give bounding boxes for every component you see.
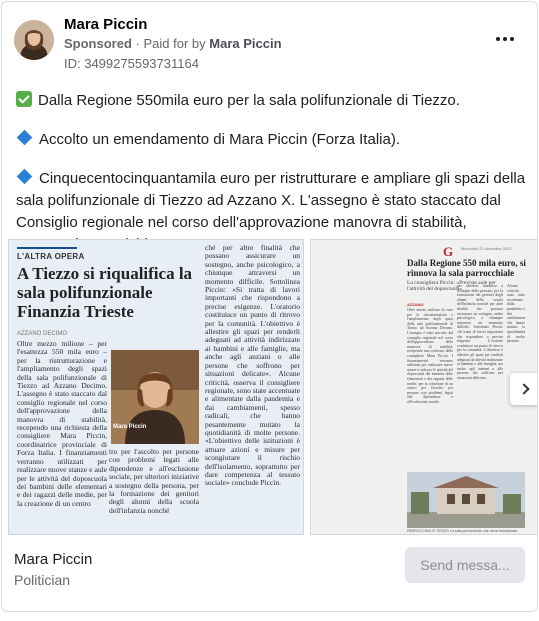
blue-diamond-icon bbox=[16, 168, 33, 185]
article-column-1: Oltre mezzo milione – per l'esattezza 55… bbox=[17, 340, 107, 508]
newspaper-date: Mercoledì 21 dicembre 2022 bbox=[461, 246, 512, 251]
ad-id: ID: 3499275593731164 bbox=[64, 56, 199, 71]
clipping-column-2: per ulteriori iniziative a sostegno dell… bbox=[457, 284, 503, 380]
clipping-column-1: Oltre mezzo milione di euro per la ristr… bbox=[407, 308, 453, 404]
clipping-headline: Dalla Regione 550 mila euro, si rinnova … bbox=[407, 258, 526, 278]
clipping-photo bbox=[407, 472, 525, 528]
carousel-next-button[interactable] bbox=[510, 373, 537, 405]
body-paragraph: Accolto un emendamento di Mara Piccin (F… bbox=[16, 129, 528, 151]
blue-diamond-icon bbox=[16, 129, 33, 146]
avatar-image bbox=[14, 20, 54, 60]
send-message-button[interactable]: Send messa... bbox=[405, 547, 525, 583]
clipping-location-tag: AZZANO bbox=[407, 302, 424, 307]
article-kicker: L'ALTRA OPERA bbox=[17, 247, 85, 261]
clipping-caption: PARROCCHIA DI TIEZZO La sala parrocchial… bbox=[407, 529, 518, 533]
carousel-slide-1[interactable]: L'ALTRA OPERA A Tiezzo si riqualifica la… bbox=[8, 239, 304, 535]
page-category: Politician bbox=[14, 572, 71, 588]
advertiser-avatar[interactable] bbox=[14, 20, 54, 60]
paid-for-name: Mara Piccin bbox=[209, 36, 282, 51]
more-dot bbox=[510, 37, 514, 41]
body-line-1: Dalla Regione 550mila euro per la sala p… bbox=[38, 92, 460, 109]
advertiser-name[interactable]: Mara Piccin bbox=[64, 16, 147, 33]
ad-card: Mara Piccin Sponsored · Paid for by Mara… bbox=[1, 1, 538, 612]
body-line-2: Accolto un emendamento di Mara Piccin (F… bbox=[39, 131, 400, 148]
paid-for-prefix: Paid for by bbox=[143, 36, 206, 51]
ad-header: Mara Piccin Sponsored · Paid for by Mara… bbox=[14, 16, 525, 72]
body-paragraph: Dalla Regione 550mila euro per la sala p… bbox=[16, 90, 528, 112]
article-column-3: ché per altre finalità che possano assic… bbox=[205, 244, 300, 488]
more-dot bbox=[503, 37, 507, 41]
carousel-slide-2[interactable]: G Mercoledì 21 dicembre 2022 Dalla Regio… bbox=[310, 239, 537, 535]
check-mark-icon bbox=[16, 91, 32, 107]
ad-footer: Mara Piccin Politician Send messa... bbox=[14, 547, 525, 595]
article-headline: A Tiezzo si riqualifica la sala polifunz… bbox=[17, 264, 193, 321]
chevron-right-icon bbox=[517, 383, 530, 395]
more-options-icon[interactable] bbox=[493, 32, 517, 46]
building-image bbox=[407, 472, 525, 528]
article-byline: AZZANO DECIMO bbox=[17, 331, 68, 337]
article-column-2: tro per l'ascolto per persone con proble… bbox=[109, 448, 199, 515]
ad-body-text: Dalla Regione 550mila euro per la sala p… bbox=[16, 90, 528, 256]
sponsored-line: Sponsored · Paid for by Mara Piccin bbox=[64, 36, 282, 51]
page-name[interactable]: Mara Piccin bbox=[14, 551, 92, 568]
more-dot bbox=[496, 37, 500, 41]
photo-caption: Mara Piccin bbox=[113, 424, 147, 430]
newspaper-logo: G bbox=[443, 244, 454, 259]
image-carousel[interactable]: L'ALTRA OPERA A Tiezzo si riqualifica la… bbox=[8, 239, 537, 537]
sponsored-label: Sponsored bbox=[64, 36, 132, 51]
